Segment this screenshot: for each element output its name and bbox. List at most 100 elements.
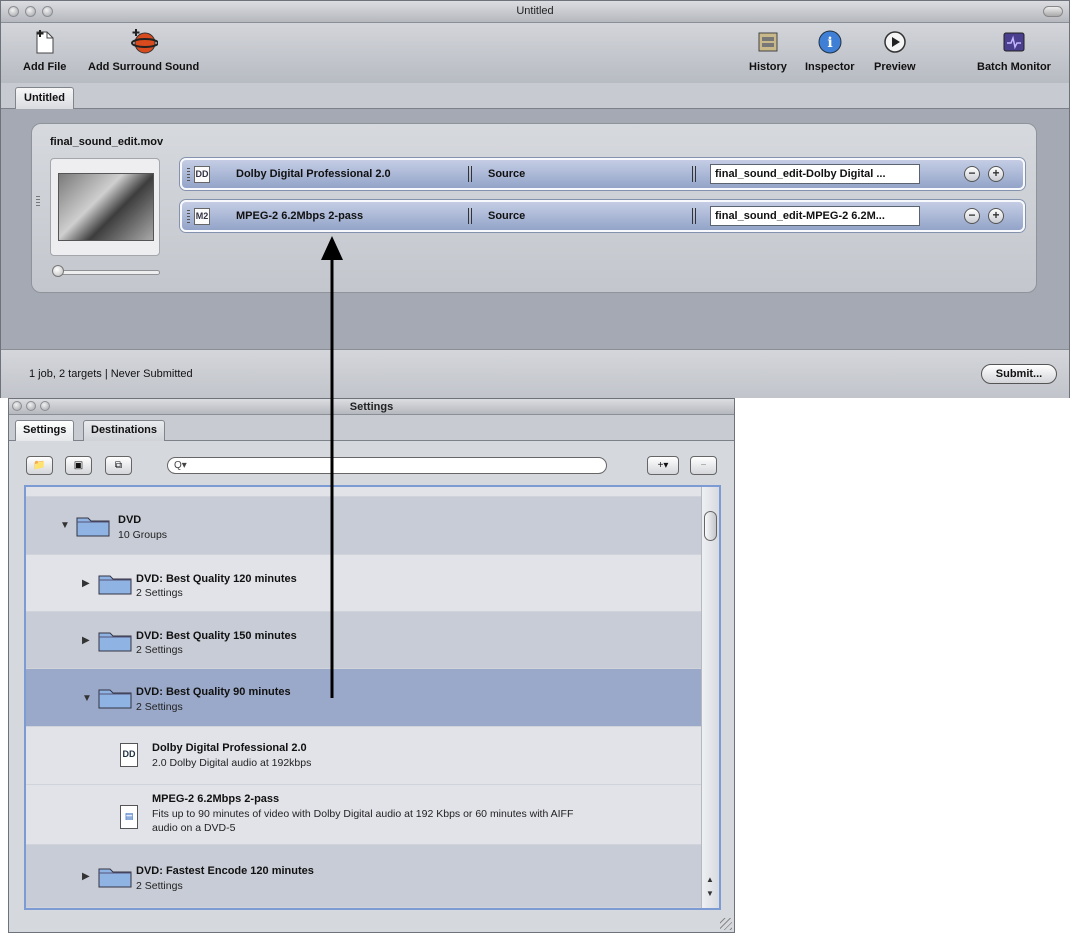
tree-setting-mpeg2[interactable]: ▤ MPEG-2 6.2Mbps 2-pass Fits up to 90 mi… (26, 785, 702, 845)
video-thumbnail (58, 173, 154, 241)
tree-item-subtitle: 10 Groups (118, 529, 168, 541)
folder-icon (76, 517, 110, 537)
column-divider (468, 208, 472, 224)
tree-item-subtitle: 2 Settings (136, 587, 183, 599)
minus-icon: − (700, 460, 707, 471)
dolby-digital-icon: DD (120, 743, 138, 767)
window-title: Untitled (516, 5, 554, 17)
tab-settings[interactable]: Settings (15, 420, 75, 441)
toolbar-toggle-button[interactable] (1043, 6, 1063, 17)
new-setting-button[interactable]: ▣ (65, 456, 92, 475)
job-file-name: final_sound_edit.mov (50, 136, 164, 148)
add-surround-sound-button[interactable]: Add Surround Sound (88, 27, 199, 73)
tree-item-subtitle: 2 Settings (136, 701, 183, 713)
plus-dropdown-icon: +▾ (657, 460, 669, 471)
window-resize-handle[interactable] (720, 918, 732, 930)
mpeg2-video-icon: ▤ (120, 805, 138, 829)
settings-search-input[interactable]: Q▾ (167, 457, 607, 474)
remove-setting-button[interactable]: − (690, 456, 717, 475)
thumbnail-scrubber-knob[interactable] (52, 265, 64, 277)
add-surround-sound-label: Add Surround Sound (88, 61, 200, 73)
scroll-up-icon[interactable]: ▲ (706, 875, 714, 884)
settings-tab-bar: Settings Destinations (9, 415, 734, 441)
tree-group-best-150[interactable]: ▶ DVD: Best Quality 150 minutes 2 Settin… (26, 612, 702, 669)
new-group-button[interactable]: 📁 (26, 456, 53, 475)
play-icon (880, 27, 910, 57)
scroll-down-icon[interactable]: ▼ (706, 889, 714, 898)
submit-button[interactable]: Submit... (981, 364, 1057, 384)
disclosure-closed-icon[interactable]: ▶ (82, 635, 90, 646)
tree-setting-dolby[interactable]: DD Dolby Digital Professional 2.0 2.0 Do… (26, 727, 702, 785)
add-file-label: Add File (23, 61, 67, 73)
tree-item-subtitle-continued: audio on a DVD-5 (152, 822, 236, 834)
target-row[interactable]: M2 MPEG-2 6.2Mbps 2-pass Source final_so… (180, 200, 1025, 232)
tab-untitled[interactable]: Untitled (15, 87, 74, 109)
folder-icon (98, 868, 132, 888)
add-setting-menu-button[interactable]: +▾ (647, 456, 679, 475)
batch-area: final_sound_edit.mov DD Dolby Digital Pr… (1, 109, 1069, 349)
target-destination-field[interactable]: final_sound_edit-MPEG-2 6.2M... (710, 206, 920, 226)
status-bar: 1 job, 2 targets | Never Submitted Submi… (1, 349, 1069, 398)
tree-item-title: DVD: Best Quality 120 minutes (136, 573, 297, 585)
job-drag-handle[interactable] (36, 196, 40, 208)
history-label: History (749, 61, 787, 73)
tree-item-title: DVD: Best Quality 90 minutes (136, 686, 291, 698)
thumbnail-scrubber-track[interactable] (54, 270, 160, 275)
target-setting-name[interactable]: MPEG-2 6.2Mbps 2-pass (236, 210, 363, 222)
remove-target-button[interactable]: − (964, 208, 980, 224)
batch-monitor-label: Batch Monitor (977, 61, 1051, 73)
tree-item-title: Dolby Digital Professional 2.0 (152, 742, 307, 754)
add-file-button[interactable]: Add File (23, 27, 66, 73)
settings-tree[interactable]: ▼ DVD 10 Groups ▶ DVD: Best Quality 120 … (24, 485, 721, 910)
tree-group-best-120[interactable]: ▶ DVD: Best Quality 120 minutes 2 Settin… (26, 555, 702, 612)
list-item (26, 487, 702, 497)
disclosure-closed-icon[interactable]: ▶ (82, 578, 90, 589)
target-drag-handle[interactable] (187, 168, 190, 182)
batch-monitor-button[interactable]: Batch Monitor (977, 27, 1051, 73)
settings-vertical-scrollbar[interactable]: ▲ ▼ (701, 487, 719, 908)
tab-destinations[interactable]: Destinations (83, 420, 166, 441)
target-drag-handle[interactable] (187, 210, 190, 224)
add-target-button[interactable]: + (988, 166, 1004, 182)
batch-tab-bar: Untitled (1, 83, 1069, 109)
history-drawer-icon (753, 27, 783, 57)
target-source[interactable]: Source (488, 210, 525, 222)
target-setting-name[interactable]: Dolby Digital Professional 2.0 (236, 168, 391, 180)
setting-icon: ▣ (73, 460, 84, 471)
batch-window-titlebar[interactable]: Untitled (1, 1, 1069, 23)
column-divider (692, 166, 696, 182)
column-divider (692, 208, 696, 224)
tree-group-fastest-120[interactable]: ▶ DVD: Fastest Encode 120 minutes 2 Sett… (26, 845, 702, 908)
scrollbar-thumb[interactable] (704, 511, 717, 541)
dolby-setting-icon: DD (194, 166, 210, 183)
remove-target-button[interactable]: − (964, 166, 980, 182)
surround-sound-icon (129, 27, 159, 57)
info-icon: i (815, 27, 845, 57)
tree-group-dvd[interactable]: ▼ DVD 10 Groups (26, 497, 702, 555)
folder-icon (98, 575, 132, 595)
tree-item-title: DVD: Fastest Encode 120 minutes (136, 865, 314, 877)
batch-monitor-icon (999, 27, 1029, 57)
disclosure-open-icon[interactable]: ▼ (60, 520, 70, 531)
column-divider (468, 166, 472, 182)
duplicate-setting-button[interactable]: ⧉ (105, 456, 132, 475)
job-panel[interactable]: final_sound_edit.mov DD Dolby Digital Pr… (31, 123, 1037, 293)
preview-button[interactable]: Preview (874, 27, 916, 73)
folder-icon (98, 632, 132, 652)
folder-icon (98, 689, 132, 709)
disclosure-open-icon[interactable]: ▼ (82, 693, 92, 704)
target-destination-field[interactable]: final_sound_edit-Dolby Digital ... (710, 164, 920, 184)
target-source[interactable]: Source (488, 168, 525, 180)
tree-group-best-90[interactable]: ▼ DVD: Best Quality 90 minutes 2 Setting… (26, 669, 702, 727)
disclosure-closed-icon[interactable]: ▶ (82, 871, 90, 882)
settings-window-titlebar[interactable]: Settings (9, 399, 734, 415)
add-target-button[interactable]: + (988, 208, 1004, 224)
svg-text:i: i (827, 35, 832, 51)
batch-window: Untitled Add File Add Surround Sound His… (0, 0, 1070, 398)
settings-window: Settings Settings Destinations 📁 ▣ ⧉ Q▾ … (8, 398, 735, 933)
inspector-button[interactable]: i Inspector (805, 27, 855, 73)
target-row[interactable]: DD Dolby Digital Professional 2.0 Source… (180, 158, 1025, 190)
new-folder-icon: 📁 (33, 460, 46, 471)
duplicate-icon: ⧉ (114, 460, 123, 471)
history-button[interactable]: History (749, 27, 787, 73)
